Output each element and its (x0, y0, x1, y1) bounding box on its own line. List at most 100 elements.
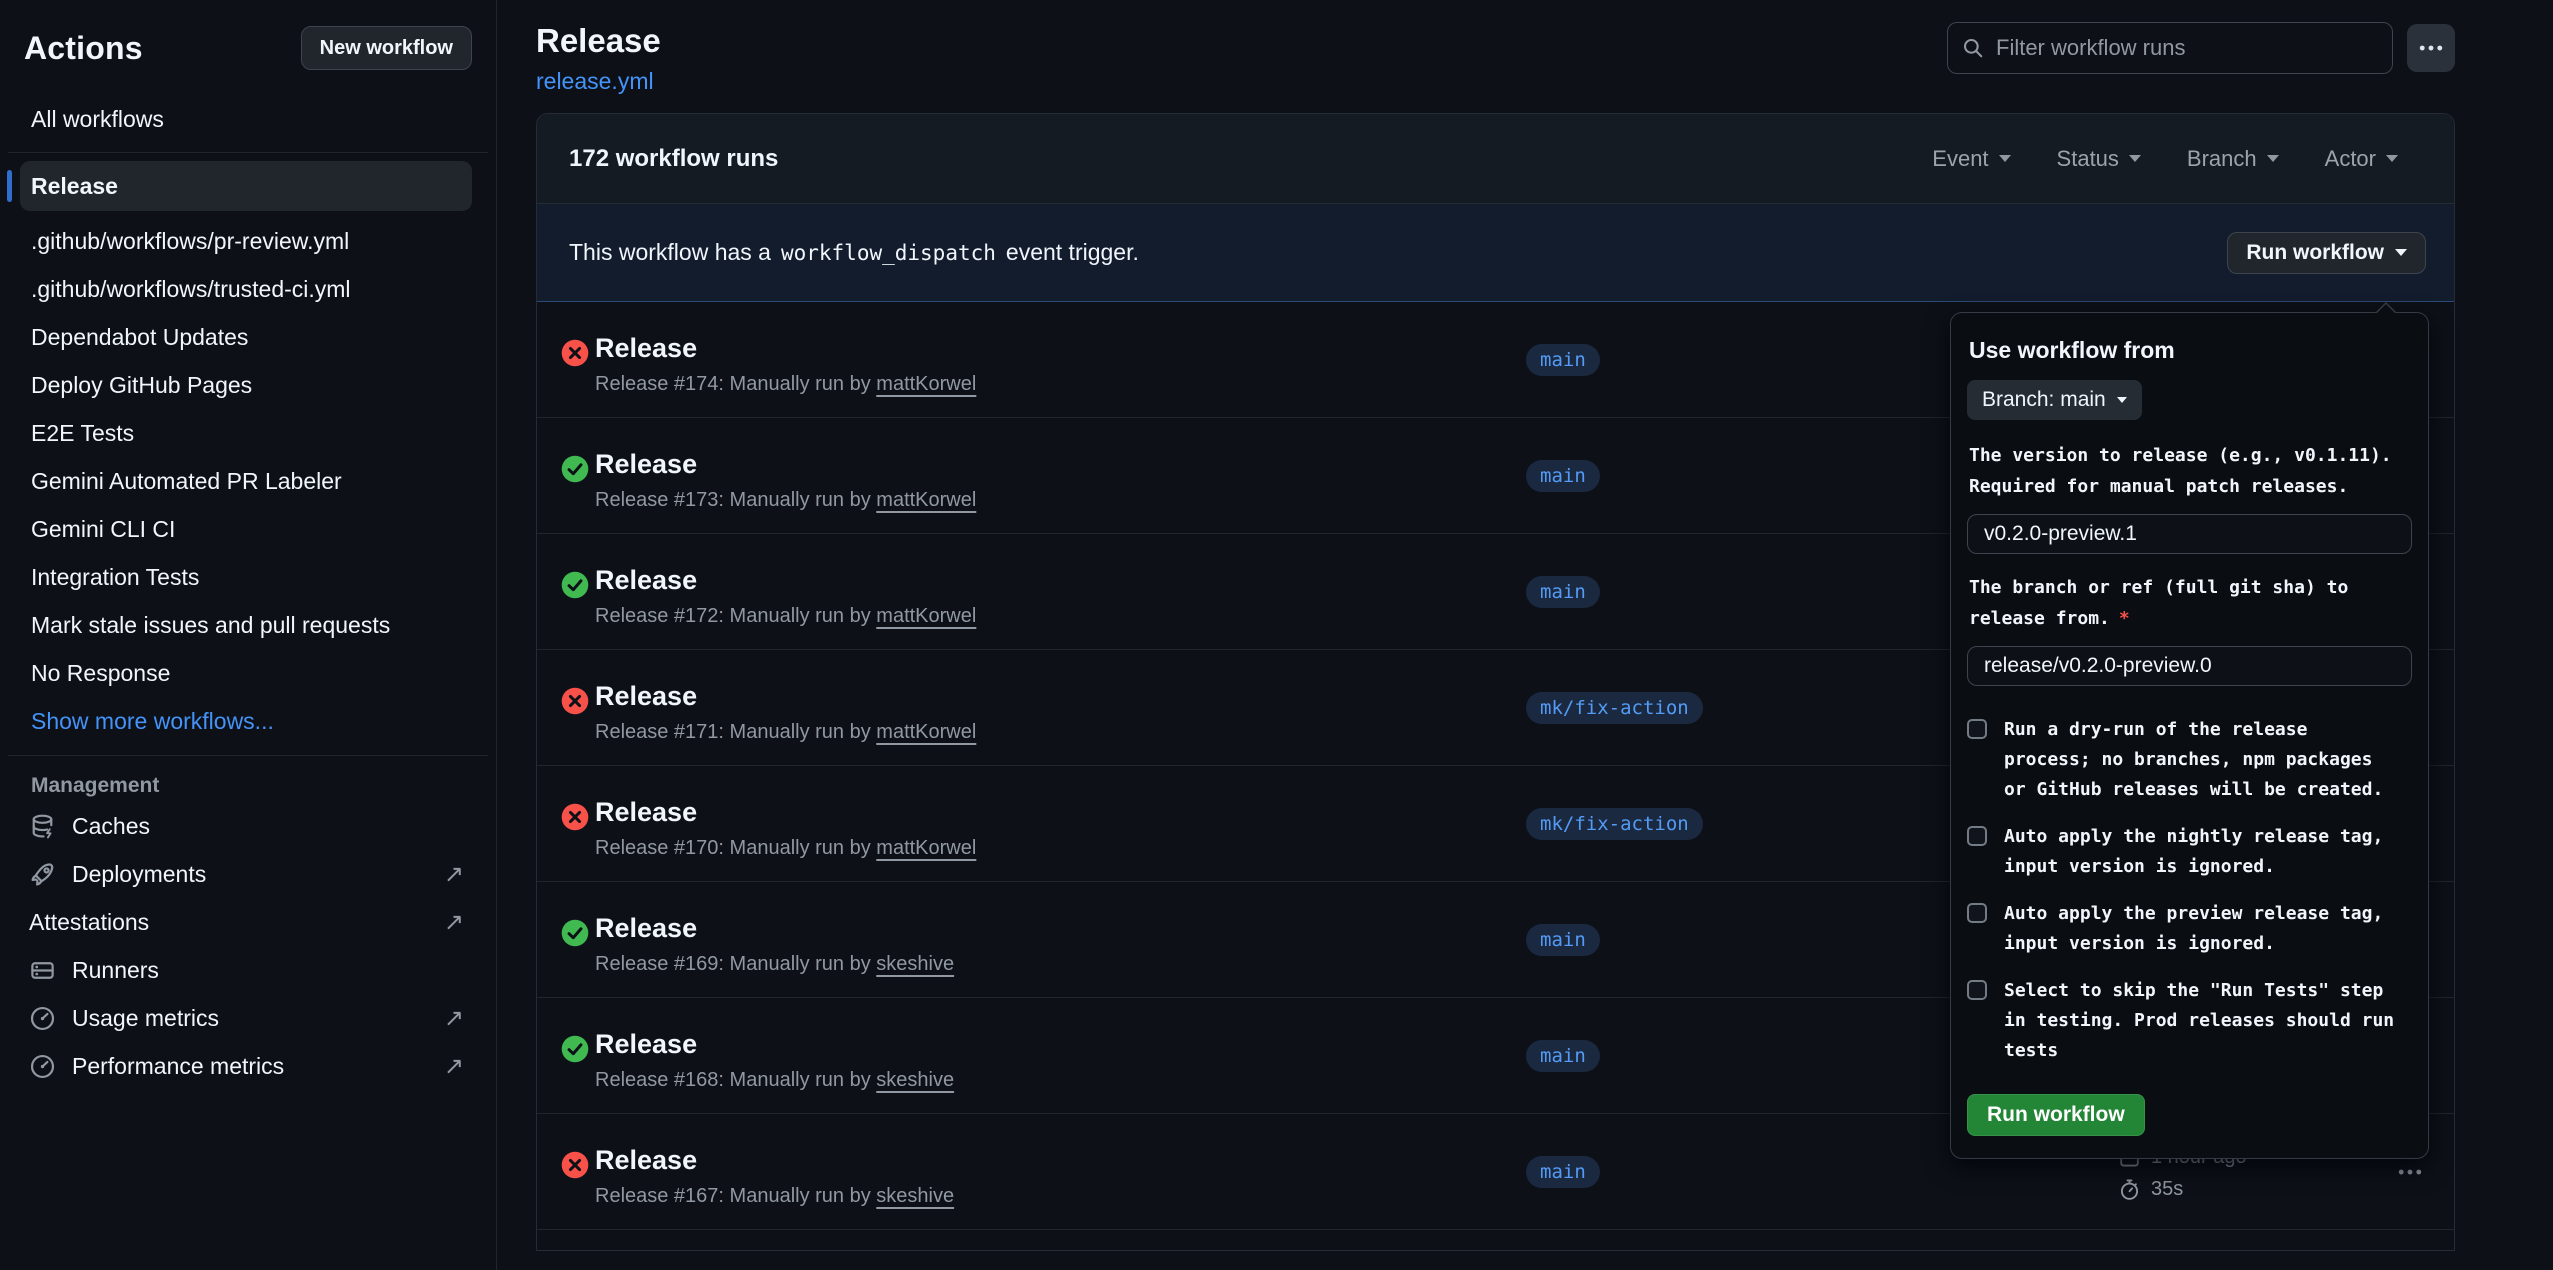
run-workflow-submit-button[interactable]: Run workflow (1967, 1094, 2145, 1136)
actor-link[interactable]: mattKorwel (876, 837, 976, 859)
filter-dropdown-label: Branch (2187, 146, 2257, 172)
workflow-item-label: E2E Tests (31, 420, 134, 447)
meter-icon (29, 1053, 56, 1080)
sidebar-divider (8, 755, 488, 756)
checkbox[interactable] (1967, 826, 1987, 846)
workflow-file-link[interactable]: release.yml (536, 68, 654, 95)
actor-link[interactable]: skeshive (876, 1185, 954, 1207)
workflow-input[interactable] (1967, 646, 2412, 686)
next-row-sliver (537, 1230, 2454, 1250)
run-workflow-dropdown-button[interactable]: Run workflow (2227, 232, 2426, 274)
branch-badge[interactable]: main (1526, 576, 1600, 608)
checkbox-row: Auto apply the nightly release tag, inpu… (1967, 822, 2412, 882)
checkbox[interactable] (1967, 719, 1987, 739)
actor-link[interactable]: mattKorwel (876, 373, 976, 395)
branch-badge[interactable]: main (1526, 460, 1600, 492)
workflow-item-label: .github/workflows/trusted-ci.yml (31, 276, 351, 303)
show-more-workflows-link[interactable]: Show more workflows... (24, 697, 472, 745)
workflow-item-label: Release (31, 173, 118, 200)
filter-dropdown-label: Actor (2325, 146, 2376, 172)
banner-text-prefix: This workflow has a (569, 239, 771, 266)
management-item[interactable]: Runners (24, 946, 472, 994)
branch-badge[interactable]: main (1526, 1156, 1600, 1188)
actor-link[interactable]: skeshive (876, 1069, 954, 1091)
runs-filters: Event Status Branch Actor (1932, 146, 2422, 172)
filter-dropdown[interactable]: Status (2057, 146, 2141, 172)
workflow-options-button[interactable] (2407, 24, 2455, 72)
sidebar-workflow-item[interactable]: No Response (20, 649, 472, 697)
filter-dropdown[interactable]: Actor (2325, 146, 2398, 172)
external-link-icon: ↗ (444, 1052, 472, 1081)
sidebar-workflow-item[interactable]: E2E Tests (20, 409, 472, 457)
run-info-text: Release #173: Manually run by (595, 489, 876, 511)
run-status-icon (561, 1035, 589, 1063)
management-item[interactable]: Performance metrics ↗ (24, 1042, 472, 1090)
branch-select-button[interactable]: Branch: main (1967, 380, 2142, 420)
actor-link[interactable]: mattKorwel (876, 605, 976, 627)
run-description: Release #167: Manually run by skeshive (595, 1185, 954, 1208)
sidebar-workflow-item[interactable]: Mark stale issues and pull requests (20, 601, 472, 649)
filter-dropdown[interactable]: Event (1932, 146, 2010, 172)
page-title: Actions (24, 30, 143, 67)
external-link-icon: ↗ (444, 1004, 472, 1033)
run-title-link[interactable]: Release (595, 680, 697, 712)
workflow-input[interactable] (1967, 514, 2412, 554)
sidebar-workflow-item[interactable]: Gemini CLI CI (20, 505, 472, 553)
management-item[interactable]: Attestations ↗ (24, 898, 472, 946)
checkbox[interactable] (1967, 903, 1987, 923)
sidebar-workflow-item[interactable]: Integration Tests (20, 553, 472, 601)
sidebar-workflow-item[interactable]: Release (20, 161, 472, 211)
run-text-block: Release Release #168: Manually run by sk… (595, 1028, 954, 1092)
run-title-link[interactable]: Release (595, 332, 697, 364)
run-title-link[interactable]: Release (595, 448, 697, 480)
run-title-link[interactable]: Release (595, 1028, 697, 1060)
run-title-link[interactable]: Release (595, 1144, 697, 1176)
run-info-text: Release #174: Manually run by (595, 373, 876, 395)
run-description: Release #172: Manually run by mattKorwel (595, 605, 976, 628)
management-item[interactable]: Usage metrics ↗ (24, 994, 472, 1042)
sidebar-workflow-item[interactable]: .github/workflows/trusted-ci.yml (20, 265, 472, 313)
management-item[interactable]: Caches (24, 802, 472, 850)
filter-dropdown[interactable]: Branch (2187, 146, 2279, 172)
run-title-link[interactable]: Release (595, 912, 697, 944)
sidebar-workflow-item[interactable]: Deploy GitHub Pages (20, 361, 472, 409)
actor-link[interactable]: mattKorwel (876, 489, 976, 511)
external-link-icon: ↗ (444, 908, 472, 937)
sidebar-item-all-workflows[interactable]: All workflows (24, 96, 472, 142)
run-description: Release #171: Manually run by mattKorwel (595, 721, 976, 744)
input-description: The version to release (e.g., v0.1.11). … (1969, 440, 2410, 502)
filter-workflow-runs-input[interactable] (1947, 22, 2393, 74)
sidebar-header: Actions New workflow (24, 26, 472, 70)
server-icon (29, 957, 56, 984)
popover-checkboxes: Run a dry-run of the release process; no… (1967, 715, 2412, 1066)
management-item[interactable]: Deployments ↗ (24, 850, 472, 898)
run-title-link[interactable]: Release (595, 564, 697, 596)
workflow-item-label: No Response (31, 660, 170, 687)
branch-badge[interactable]: mk/fix-action (1526, 692, 1703, 724)
kebab-icon (2418, 35, 2444, 61)
checkbox-label: Run a dry-run of the release process; no… (2004, 715, 2383, 805)
run-title-link[interactable]: Release (595, 796, 697, 828)
workflow-item-label: Integration Tests (31, 564, 199, 591)
checkbox[interactable] (1967, 980, 1987, 1000)
sidebar-workflow-item[interactable]: .github/workflows/pr-review.yml (20, 217, 472, 265)
banner-text-suffix: event trigger. (1006, 239, 1139, 266)
management-item-label: Runners (72, 957, 159, 984)
run-info-text: Release #170: Manually run by (595, 837, 876, 859)
branch-badge[interactable]: main (1526, 344, 1600, 376)
branch-badge[interactable]: mk/fix-action (1526, 808, 1703, 840)
rocket-icon (29, 861, 56, 888)
actor-link[interactable]: skeshive (876, 953, 954, 975)
branch-badge[interactable]: main (1526, 1040, 1600, 1072)
run-status-icon (561, 803, 589, 831)
actor-link[interactable]: mattKorwel (876, 721, 976, 743)
sidebar-workflow-item[interactable]: Gemini Automated PR Labeler (20, 457, 472, 505)
new-workflow-button[interactable]: New workflow (301, 26, 472, 70)
sidebar-workflow-item[interactable]: Dependabot Updates (20, 313, 472, 361)
workflow-dispatch-banner: This workflow has a workflow_dispatch ev… (537, 204, 2454, 302)
run-workflow-dropdown-label: Run workflow (2246, 241, 2384, 265)
branch-select-label: Branch: main (1982, 388, 2106, 412)
run-options-button[interactable] (2392, 1158, 2428, 1186)
run-duration: 35s (2118, 1178, 2247, 1201)
branch-badge[interactable]: main (1526, 924, 1600, 956)
